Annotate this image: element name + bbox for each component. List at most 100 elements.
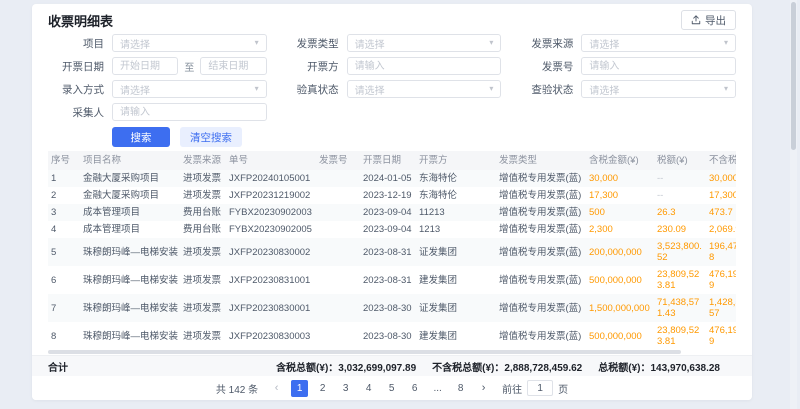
cell-invoice-type: 增值税专用发票(蓝) xyxy=(496,187,586,204)
cell-invoice-no xyxy=(316,322,360,350)
column-header: 单号 xyxy=(226,151,316,170)
page-button-8[interactable]: 8 xyxy=(452,380,469,397)
cell-issuer: 证发集团 xyxy=(416,238,496,266)
cell-project-name: 成本管理项目 xyxy=(80,221,180,238)
cell-project-name: 珠穆朗玛峰—电梯安装 xyxy=(80,266,180,294)
export-button[interactable]: 导出 xyxy=(681,10,736,30)
cell-invoice-source: 进项发票 xyxy=(180,238,226,266)
cell-amount-incl-tax: 2,300 xyxy=(586,221,654,238)
cell-row-index: 5 xyxy=(48,238,80,266)
page-button-6[interactable]: 6 xyxy=(406,380,423,397)
cell-invoice-type: 增值税专用发票(蓝) xyxy=(496,170,586,187)
filter-label-verify-status: 验真状态 xyxy=(283,82,339,97)
table-row: 8珠穆朗玛峰—电梯安装进项发票JXFP202308300032023-08-30… xyxy=(48,322,736,350)
page-vertical-scrollbar[interactable] xyxy=(790,0,797,409)
filter-select-project[interactable]: 请选择▾ xyxy=(112,34,267,52)
filter-select-invoice-source[interactable]: 请选择▾ xyxy=(581,34,736,52)
cell-invoice-no xyxy=(316,294,360,322)
cell-amount-incl-tax: 500,000,000 xyxy=(586,322,654,350)
cell-order-no: JXFP20230830001 xyxy=(226,294,316,322)
cell-tax-amount: 230.09 xyxy=(654,221,706,238)
cell-invoice-no xyxy=(316,238,360,266)
cell-invoice-source: 进项发票 xyxy=(180,170,226,187)
filter-select-invoice-type[interactable]: 请选择▾ xyxy=(347,34,502,52)
jumper-prefix-label: 前往 xyxy=(502,381,522,396)
table-row: 4成本管理项目费用台账FYBX202309020052023-09-041213… xyxy=(48,221,736,238)
cell-amount-incl-tax: 1,500,000,000 xyxy=(586,294,654,322)
cell-row-index: 8 xyxy=(48,322,80,350)
next-page-button[interactable]: › xyxy=(475,380,492,397)
cell-issuer: 建发集团 xyxy=(416,322,496,350)
summary-item-label: 含税总额(¥)： xyxy=(276,363,338,374)
column-header: 发票类型 xyxy=(496,151,586,170)
cell-amount-incl-tax: 200,000,000 xyxy=(586,238,654,266)
prev-page-button[interactable]: ‹ xyxy=(268,380,285,397)
filter-input-collector[interactable] xyxy=(112,103,267,121)
horizontal-scrollbar-thumb[interactable] xyxy=(48,350,681,354)
search-button[interactable]: 搜索 xyxy=(112,127,170,147)
page-button-5[interactable]: 5 xyxy=(383,380,400,397)
cell-issuer: 东海特伦 xyxy=(416,170,496,187)
filter-label-entry-method: 录入方式 xyxy=(48,82,104,97)
summary-item-value: 2,888,728,459.62 xyxy=(504,363,582,374)
cell-amount-excl-tax: 1,428,561,428.57 xyxy=(706,294,736,322)
filter-select-entry-method[interactable]: 请选择▾ xyxy=(112,80,267,98)
card-header: 收票明细表 导出 xyxy=(32,8,752,32)
cell-invoice-source: 进项发票 xyxy=(180,187,226,204)
total-count: 共 142 条 xyxy=(216,381,258,396)
cell-tax-amount: 23,809,523.81 xyxy=(654,322,706,350)
pager: ‹ 123456... 8 › xyxy=(268,380,492,397)
summary-item-label: 不含税总额(¥)： xyxy=(432,363,504,374)
table-row: 7珠穆朗玛峰—电梯安装进项发票JXFP202308300012023-08-30… xyxy=(48,294,736,322)
filter-label-invoice-source: 发票来源 xyxy=(517,36,573,51)
filter-input-issuer[interactable] xyxy=(347,57,502,75)
table-row: 3成本管理项目费用台账FYBX202309020032023-09-041121… xyxy=(48,204,736,221)
cell-invoice-no xyxy=(316,170,360,187)
filter-field-project: 项目请选择▾ xyxy=(48,34,267,52)
pager-ellipsis[interactable]: ... xyxy=(429,380,446,397)
date-end-input[interactable] xyxy=(200,57,266,75)
cell-issuer: 11213 xyxy=(416,204,496,221)
page-button-2[interactable]: 2 xyxy=(314,380,331,397)
page-jump-input[interactable] xyxy=(527,380,553,396)
cell-invoice-date: 2023-08-31 xyxy=(360,266,416,294)
date-range-separator: 至 xyxy=(184,59,194,74)
cell-row-index: 4 xyxy=(48,221,80,238)
column-header: 序号 xyxy=(48,151,80,170)
cell-order-no: JXFP20230830002 xyxy=(226,238,316,266)
summary-item: 含税总额(¥)：3,032,699,097.89 xyxy=(276,359,416,374)
chevron-down-icon: ▾ xyxy=(255,39,259,47)
page-button-3[interactable]: 3 xyxy=(337,380,354,397)
cell-order-no: JXFP20240105001 xyxy=(226,170,316,187)
table-horizontal-scrollbar[interactable] xyxy=(48,350,736,355)
date-start-input[interactable] xyxy=(112,57,178,75)
cell-invoice-source: 进项发票 xyxy=(180,294,226,322)
page-button-4[interactable]: 4 xyxy=(360,380,377,397)
cell-amount-excl-tax: 476,190,476.19 xyxy=(706,266,736,294)
filter-field-collector: 采集人 xyxy=(48,103,267,121)
table-header-row: 序号项目名称发票来源单号发票号开票日期开票方发票类型含税金额(¥)税额(¥)不含… xyxy=(48,151,736,170)
cell-project-name: 珠穆朗玛峰—电梯安装 xyxy=(80,238,180,266)
cell-amount-excl-tax: 196,476,199.48 xyxy=(706,238,736,266)
cell-tax-amount: -- xyxy=(654,187,706,204)
page-button-1[interactable]: 1 xyxy=(291,380,308,397)
cell-invoice-date: 2023-12-19 xyxy=(360,187,416,204)
cell-amount-incl-tax: 500 xyxy=(586,204,654,221)
filter-label-invoice-date: 开票日期 xyxy=(48,59,104,74)
vertical-scrollbar-thumb[interactable] xyxy=(791,2,796,150)
summary-item-value: 3,032,699,097.89 xyxy=(338,363,416,374)
filter-input-invoice-no[interactable] xyxy=(581,57,736,75)
cell-amount-incl-tax: 30,000 xyxy=(586,170,654,187)
filter-actions: 搜索 清空搜索 xyxy=(112,127,736,147)
select-placeholder: 请选择 xyxy=(589,82,619,97)
filter-select-verify-status[interactable]: 请选择▾ xyxy=(347,80,502,98)
filter-grid: 项目请选择▾发票类型请选择▾发票来源请选择▾开票日期至开票方发票号录入方式请选择… xyxy=(48,34,736,121)
filter-label-collector: 采集人 xyxy=(48,105,104,120)
clear-search-button[interactable]: 清空搜索 xyxy=(180,127,242,147)
cell-amount-excl-tax: 17,300 xyxy=(706,187,736,204)
cell-order-no: FYBX20230902003 xyxy=(226,204,316,221)
filter-select-check-status[interactable]: 请选择 ▾ xyxy=(581,80,736,98)
cell-row-index: 6 xyxy=(48,266,80,294)
chevron-down-icon: ▾ xyxy=(724,85,728,93)
cell-invoice-type: 增值税专用发票(蓝) xyxy=(496,322,586,350)
